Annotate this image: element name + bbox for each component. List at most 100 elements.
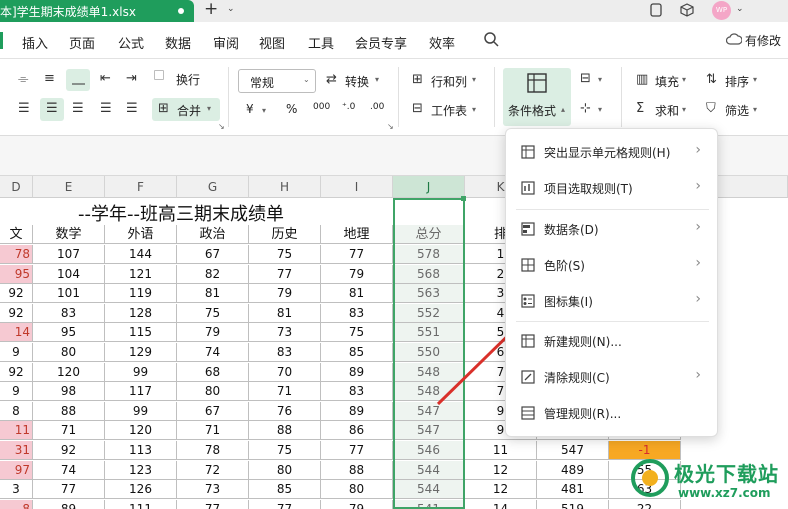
table-cell[interactable]: 79: [321, 500, 393, 509]
table-cell[interactable]: 113: [105, 441, 177, 460]
convert-label[interactable]: 转换: [345, 73, 369, 90]
table-cell[interactable]: 92: [0, 363, 33, 382]
align-right-icon[interactable]: ☰: [72, 102, 84, 115]
table-cell[interactable]: 129: [105, 343, 177, 362]
table-cell[interactable]: 80: [321, 480, 393, 499]
new-tab-button[interactable]: +: [204, 0, 218, 19]
distributed-icon[interactable]: ☰: [126, 102, 138, 115]
table-cell[interactable]: 68: [177, 363, 249, 382]
worksheet-chevron-down-icon[interactable]: ▾: [472, 105, 476, 114]
table-cell[interactable]: 67: [177, 402, 249, 421]
filter-chevron-down-icon[interactable]: ▾: [753, 105, 757, 114]
table-cell[interactable]: 481: [537, 480, 609, 499]
table-cell[interactable]: 89: [321, 363, 393, 382]
menu-member[interactable]: 会员专享: [355, 33, 407, 52]
menu-item-clear-rules[interactable]: 清除规则(C) ›: [506, 362, 719, 392]
menu-item-data-bars[interactable]: 数据条(D) ›: [506, 214, 719, 244]
window-restore-icon[interactable]: [649, 3, 663, 17]
table-cell[interactable]: 546: [393, 441, 465, 460]
menu-tools[interactable]: 工具: [308, 33, 334, 52]
unsaved-dot-icon[interactable]: [178, 8, 184, 14]
table-cell[interactable]: 99: [105, 363, 177, 382]
cube-icon[interactable]: [680, 3, 694, 17]
menu-page[interactable]: 页面: [69, 33, 95, 52]
table-cell[interactable]: 76: [249, 402, 321, 421]
align-left-icon[interactable]: ☰: [18, 102, 30, 115]
fill-chevron-down-icon[interactable]: ▾: [682, 75, 686, 84]
table-cell[interactable]: 12: [465, 480, 537, 499]
table-cell[interactable]: 544: [393, 480, 465, 499]
thousands-button[interactable]: 000: [313, 102, 330, 112]
table-cell[interactable]: 107: [33, 245, 105, 264]
table-cell[interactable]: 78: [177, 441, 249, 460]
revise-status[interactable]: 有修改: [745, 32, 781, 49]
table-cell[interactable]: 88: [249, 421, 321, 440]
table-cell[interactable]: 11: [465, 441, 537, 460]
table-cell[interactable]: 14: [0, 323, 33, 342]
align-bottom-icon[interactable]: ⎽: [72, 72, 85, 85]
table-cell[interactable]: 80: [33, 343, 105, 362]
table-cell[interactable]: 85: [249, 480, 321, 499]
increase-decimal-button[interactable]: ⁺.0: [342, 102, 355, 112]
table-cell[interactable]: 120: [33, 363, 105, 382]
table-cell[interactable]: 547: [537, 441, 609, 460]
table-cell[interactable]: 77: [177, 500, 249, 509]
table-cell[interactable]: 77: [249, 265, 321, 284]
table-cell[interactable]: 98: [33, 382, 105, 401]
table-cell[interactable]: 75: [249, 245, 321, 264]
menu-item-manage-rules[interactable]: 管理规则(R)...: [506, 398, 719, 428]
alignment-dialog-launcher-icon[interactable]: ↘: [218, 122, 225, 131]
column-header-g[interactable]: G: [177, 176, 249, 198]
selection-handle[interactable]: [461, 196, 466, 201]
number-dialog-launcher-icon[interactable]: ↘: [387, 122, 394, 131]
table-cell[interactable]: 126: [105, 480, 177, 499]
column-header-i[interactable]: I: [321, 176, 393, 198]
account-chevron-down-icon[interactable]: ⌄: [736, 4, 744, 14]
table-cell[interactable]: 9: [0, 382, 33, 401]
menu-review[interactable]: 审阅: [213, 33, 239, 52]
table-cell[interactable]: 3: [0, 480, 33, 499]
worksheet-label[interactable]: 工作表: [431, 102, 467, 119]
table-cell[interactable]: 78: [0, 245, 33, 264]
decrease-decimal-button[interactable]: .00: [370, 102, 384, 112]
justify-icon[interactable]: ☰: [100, 102, 112, 115]
sheet-title[interactable]: --学年--班高三期末成绩单: [78, 200, 284, 226]
filter-label[interactable]: 筛选: [725, 102, 749, 119]
table-cell[interactable]: 31: [0, 441, 33, 460]
table-cell[interactable]: 77: [321, 441, 393, 460]
table-cell[interactable]: 75: [249, 441, 321, 460]
table-cell[interactable]: 11: [0, 421, 33, 440]
table-cell[interactable]: 144: [105, 245, 177, 264]
align-middle-icon[interactable]: ≡: [44, 72, 55, 85]
menu-efficiency[interactable]: 效率: [429, 33, 455, 52]
row-column-chevron-down-icon[interactable]: ▾: [472, 75, 476, 84]
menu-item-top-bottom-rules[interactable]: 项目选取规则(T) ›: [506, 173, 719, 203]
table-cell[interactable]: 578: [393, 245, 465, 264]
table-header-cell[interactable]: 外语: [105, 225, 177, 244]
table-header-cell[interactable]: 数学: [33, 225, 105, 244]
table-header-cell[interactable]: 总分: [393, 225, 465, 244]
convert-chevron-down-icon[interactable]: ▾: [375, 75, 379, 84]
currency-chevron-down-icon[interactable]: ▾: [262, 106, 266, 115]
table-cell[interactable]: 73: [249, 323, 321, 342]
table-cell[interactable]: 14: [465, 500, 537, 509]
table-cell[interactable]: 92: [33, 441, 105, 460]
table-cell[interactable]: 79: [249, 284, 321, 303]
fill-label[interactable]: 填充: [655, 73, 679, 90]
table-cell[interactable]: 83: [321, 382, 393, 401]
table-cell[interactable]: 92: [0, 284, 33, 303]
table-cell[interactable]: 83: [249, 343, 321, 362]
menu-formula[interactable]: 公式: [118, 33, 144, 52]
table-cell[interactable]: 80: [177, 382, 249, 401]
table-cell[interactable]: 95: [33, 323, 105, 342]
table-cell[interactable]: 95: [0, 265, 33, 284]
table-cell[interactable]: 8: [0, 500, 33, 509]
table-cell[interactable]: 115: [105, 323, 177, 342]
table-cell[interactable]: 70: [249, 363, 321, 382]
table-cell[interactable]: 85: [321, 343, 393, 362]
menu-item-highlight-rules[interactable]: 突出显示单元格规则(H) ›: [506, 137, 719, 167]
search-icon[interactable]: [483, 31, 500, 48]
table-cell[interactable]: 9: [0, 343, 33, 362]
table-cell[interactable]: 123: [105, 461, 177, 480]
table-cell[interactable]: 79: [321, 265, 393, 284]
